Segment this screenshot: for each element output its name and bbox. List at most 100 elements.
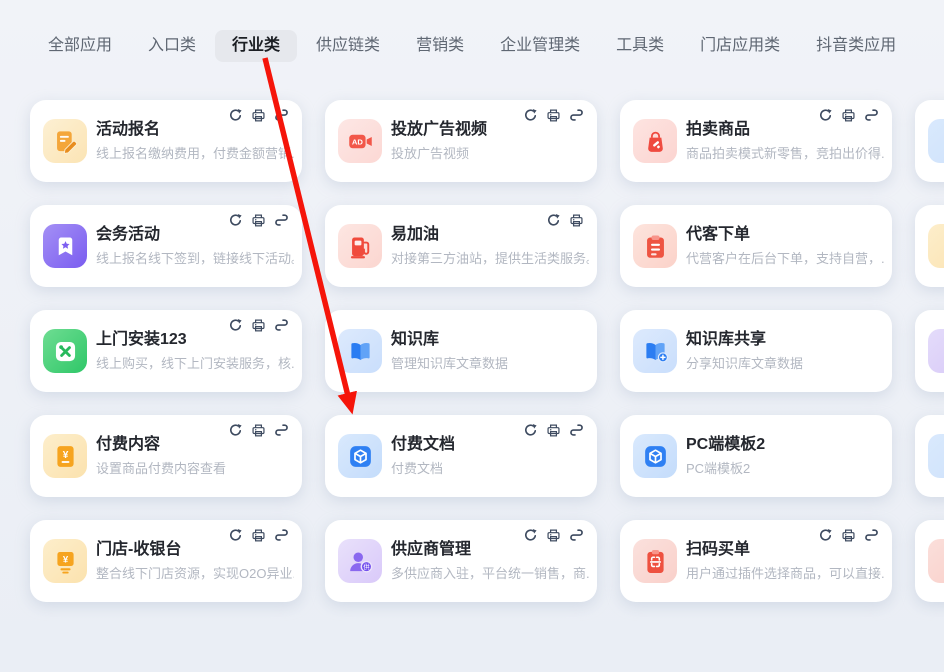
printer-icon[interactable] [841, 528, 856, 543]
refresh-icon[interactable] [228, 213, 243, 228]
app-card-description: 线上购买，线下上门安装服务，核... [96, 355, 294, 372]
app-card-title: 活动报名 [96, 120, 294, 140]
category-tab[interactable]: 企业管理类 [500, 30, 580, 62]
refresh-icon[interactable] [523, 108, 538, 123]
category-tab[interactable]: 营销类 [416, 30, 464, 62]
app-card-text: 易加油 对接第三方油站，提供生活类服务。 [391, 225, 589, 267]
app-card-text: PC端模板2 PC端模板2 [686, 435, 765, 477]
refresh-icon[interactable] [228, 318, 243, 333]
card-actions [228, 318, 289, 333]
card-actions [818, 108, 879, 123]
refresh-icon[interactable] [228, 108, 243, 123]
app-card-text: 付费文档 付费文档 [391, 435, 455, 477]
printer-icon[interactable] [251, 528, 266, 543]
category-tab-label: 全部应用 [48, 37, 112, 54]
category-tab[interactable]: 全部应用 [48, 30, 112, 62]
link-icon[interactable] [864, 108, 879, 123]
refresh-icon[interactable] [818, 108, 833, 123]
link-icon[interactable] [864, 528, 879, 543]
app-card-title: 代客下单 [686, 225, 884, 245]
printer-icon[interactable] [546, 108, 561, 123]
app-card[interactable]: ¥ 付费内容 设置商品付费内容查看 [30, 415, 302, 497]
printer-icon[interactable] [546, 423, 561, 438]
printer-icon[interactable] [841, 108, 856, 123]
category-tab[interactable]: 供应链类 [316, 30, 380, 62]
app-card[interactable]: PC端模板2 PC端模板2 [620, 415, 892, 497]
category-tab[interactable]: 抖音类应用 [816, 30, 896, 62]
refresh-icon[interactable] [523, 528, 538, 543]
printer-icon[interactable] [251, 213, 266, 228]
app-card-description: PC端模板2 [686, 460, 765, 477]
printer-icon[interactable] [251, 318, 266, 333]
app-card-text: 门店-收银台 整合线下门店资源，实现O2O异业... [96, 540, 294, 582]
printer-icon[interactable] [569, 213, 584, 228]
app-card-description: 线上报名缴纳费用，付费金额营销... [96, 145, 294, 162]
app-card[interactable] [915, 415, 944, 497]
app-card-description: 商品拍卖模式新零售，竞拍出价得... [686, 145, 884, 162]
cube-icon [338, 434, 382, 478]
app-card[interactable]: AD 投放广告视频 投放广告视频 [325, 100, 597, 182]
link-icon[interactable] [274, 213, 289, 228]
category-tab[interactable]: 门店应用类 [700, 30, 780, 62]
link-icon[interactable] [274, 423, 289, 438]
app-card[interactable]: 易加油 对接第三方油站，提供生活类服务。 [325, 205, 597, 287]
app-card[interactable] [915, 310, 944, 392]
link-icon[interactable] [274, 108, 289, 123]
printer-icon[interactable] [251, 108, 266, 123]
app-card[interactable]: 扫码买单 用户通过插件选择商品，可以直接... [620, 520, 892, 602]
app-card[interactable] [915, 100, 944, 182]
refresh-icon[interactable] [818, 528, 833, 543]
app-card-title: 易加油 [391, 225, 589, 245]
app-card[interactable]: 上门安装123 线上购买，线下上门安装服务，核... [30, 310, 302, 392]
app-card[interactable]: 知识库 管理知识库文章数据 [325, 310, 597, 392]
app-card-text: 供应商管理 多供应商入驻，平台统一销售，商... [391, 540, 589, 582]
app-card-description: 代营客户在后台下单，支持自营，... [686, 250, 884, 267]
svg-text:AD: AD [351, 137, 363, 146]
app-card-text: 扫码买单 用户通过插件选择商品，可以直接... [686, 540, 884, 582]
refresh-icon[interactable] [228, 528, 243, 543]
app-card[interactable]: ¥ 门店-收银台 整合线下门店资源，实现O2O异业... [30, 520, 302, 602]
app-card[interactable] [915, 520, 944, 602]
app-card[interactable]: 代客下单 代营客户在后台下单，支持自营，... [620, 205, 892, 287]
refresh-icon[interactable] [546, 213, 561, 228]
app-card-text: 代客下单 代营客户在后台下单，支持自营，... [686, 225, 884, 267]
app-icon [928, 119, 944, 163]
category-tab-label: 供应链类 [316, 37, 380, 54]
app-card-title: 拍卖商品 [686, 120, 884, 140]
doc-yen-icon: ¥ [43, 434, 87, 478]
app-card-title: 知识库共享 [686, 330, 803, 350]
link-icon[interactable] [569, 528, 584, 543]
app-card[interactable]: 付费文档 付费文档 [325, 415, 597, 497]
tools-icon [43, 329, 87, 373]
fuel-pump-icon [338, 224, 382, 268]
app-card[interactable]: 拍卖商品 商品拍卖模式新零售，竞拍出价得... [620, 100, 892, 182]
category-tab[interactable]: 行业类 [215, 30, 297, 62]
app-card[interactable] [915, 205, 944, 287]
refresh-icon[interactable] [523, 423, 538, 438]
card-actions [228, 108, 289, 123]
app-card-description: 对接第三方油站，提供生活类服务。 [391, 250, 589, 267]
printer-icon[interactable] [546, 528, 561, 543]
category-tab[interactable]: 入口类 [148, 30, 196, 62]
printer-icon[interactable] [251, 423, 266, 438]
refresh-icon[interactable] [228, 423, 243, 438]
app-card[interactable]: 活动报名 线上报名缴纳费用，付费金额营销... [30, 100, 302, 182]
link-icon[interactable] [274, 528, 289, 543]
svg-text:供: 供 [363, 562, 370, 571]
link-icon[interactable] [569, 108, 584, 123]
app-card[interactable]: 知识库共享 分享知识库文章数据 [620, 310, 892, 392]
link-icon[interactable] [274, 318, 289, 333]
auction-bag-icon [633, 119, 677, 163]
category-tab[interactable]: 工具类 [616, 30, 664, 62]
app-card[interactable]: 供 供应商管理 多供应商入驻，平台统一销售，商... [325, 520, 597, 602]
app-card-text: 活动报名 线上报名缴纳费用，付费金额营销... [96, 120, 294, 162]
card-actions [228, 213, 289, 228]
clipboard-scan-icon [633, 539, 677, 583]
app-card[interactable]: 会务活动 线上报名线下签到，链接线下活动。 [30, 205, 302, 287]
app-card-description: 多供应商入驻，平台统一销售，商... [391, 565, 589, 582]
card-actions [228, 528, 289, 543]
app-icon [928, 434, 944, 478]
link-icon[interactable] [569, 423, 584, 438]
clipboard-lines-icon [633, 224, 677, 268]
cube-icon [633, 434, 677, 478]
